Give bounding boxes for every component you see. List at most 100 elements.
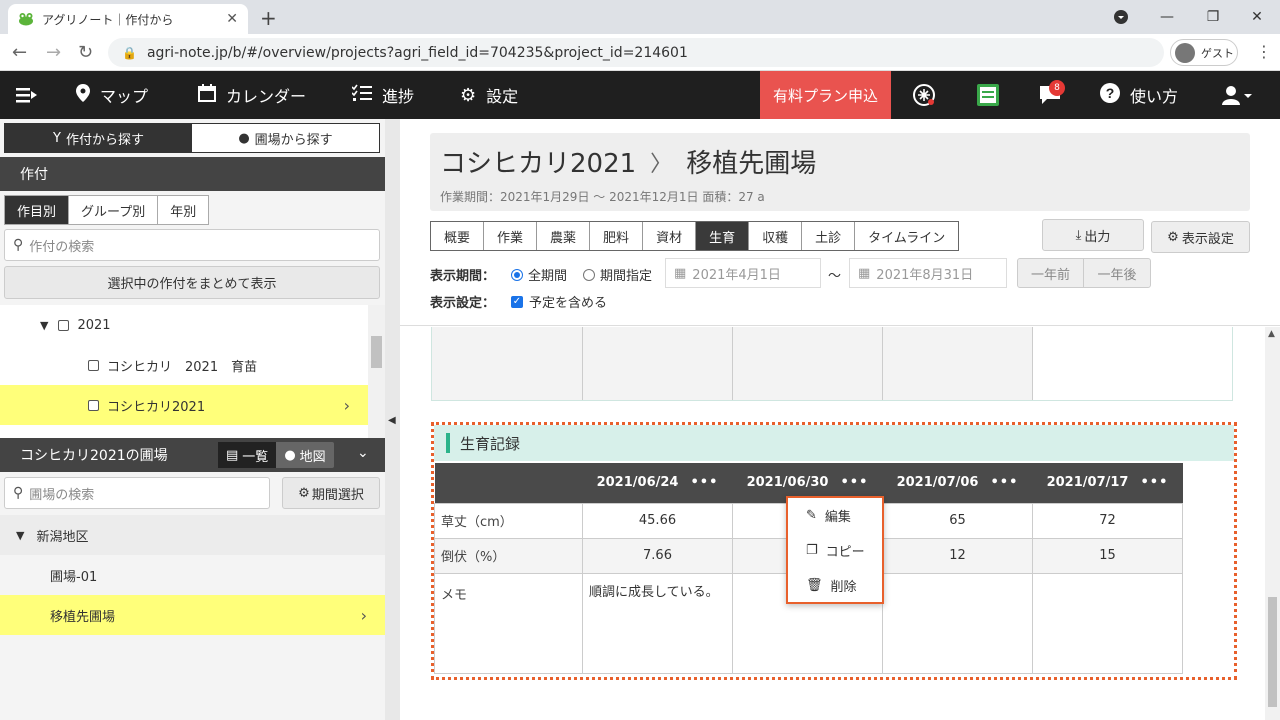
memo-cell[interactable] xyxy=(882,572,1033,674)
table-cell[interactable]: 45.66 xyxy=(582,502,733,539)
date-to-field[interactable]: ▦ 2021年8月31日 xyxy=(849,258,1007,288)
gear-icon: ⚙ xyxy=(298,485,310,501)
radio-all-period[interactable]: 全期間 xyxy=(511,265,567,284)
nav-calendar[interactable]: カレンダー xyxy=(198,71,306,119)
caret-down-icon[interactable]: ▼ xyxy=(40,319,48,332)
tab-soil[interactable]: 土診 xyxy=(802,222,856,250)
caret-down-icon[interactable]: ▼ xyxy=(16,529,24,542)
memo-cell[interactable]: 順調に成長している。 xyxy=(582,572,733,674)
field-group-niigata[interactable]: ▼ 新潟地区 xyxy=(0,515,385,555)
main-scroll-thumb[interactable] xyxy=(1268,597,1277,707)
more-options-icon[interactable]: ••• xyxy=(990,475,1018,490)
tree-checkbox[interactable] xyxy=(88,359,99,371)
tab-overview[interactable]: 概要 xyxy=(431,222,485,250)
table-cell[interactable]: 15 xyxy=(1032,537,1183,574)
next-year-button[interactable]: 一年後 xyxy=(1083,258,1151,288)
reload-icon[interactable]: ↻ xyxy=(78,42,93,63)
nav-progress[interactable]: 進捗 xyxy=(351,71,414,119)
agri-news-icon[interactable] xyxy=(976,83,1000,107)
tree-checkbox[interactable] xyxy=(88,399,99,411)
memo-cell[interactable] xyxy=(1032,572,1183,674)
profile-dropdown-icon[interactable] xyxy=(1098,0,1144,34)
field-item-selected[interactable]: 移植先圃場 › xyxy=(0,595,385,635)
tab-timeline[interactable]: タイムライン xyxy=(855,222,959,250)
prev-year-button[interactable]: 一年前 xyxy=(1017,258,1084,288)
restore-icon[interactable]: ❐ xyxy=(1190,0,1236,34)
crop-search-input[interactable]: ⚲ 作付の検索 xyxy=(4,229,380,261)
tab-by-group[interactable]: グループ別 xyxy=(69,196,159,224)
display-settings-button[interactable]: ⚙ 表示設定 xyxy=(1151,221,1250,253)
tab-harvest[interactable]: 収穫 xyxy=(749,222,803,250)
table-header-blank xyxy=(434,463,583,503)
checkbox-checked-icon[interactable]: ✓ xyxy=(511,295,523,308)
download-icon: ⤓ xyxy=(1075,227,1082,243)
back-icon[interactable]: ← xyxy=(12,42,27,63)
sidebar-collapse-handle[interactable]: ◀ xyxy=(385,119,400,720)
chevron-down-icon[interactable]: ⌄ xyxy=(357,445,369,461)
period-select-button[interactable]: ⚙ 期間選択 xyxy=(282,477,380,509)
menu-item-edit[interactable]: ✎ 編集 xyxy=(788,498,882,533)
chevron-right-icon: 〉 xyxy=(650,151,673,177)
tab-search-by-field[interactable]: ● 圃場から探す xyxy=(192,124,379,152)
help-icon: ? xyxy=(1100,82,1120,108)
browser-tab[interactable]: アグリノート｜作付から ✕ xyxy=(8,4,248,34)
minimize-icon[interactable]: — xyxy=(1144,0,1190,34)
tab-close-icon[interactable]: ✕ xyxy=(226,11,238,27)
url-field[interactable]: 🔒 agri-note.jp/b/#/overview/projects?agr… xyxy=(108,38,1164,67)
tree-item-crop-selected[interactable]: コシヒカリ2021 › xyxy=(0,385,368,425)
nav-settings[interactable]: ⚙ 設定 xyxy=(460,71,518,119)
tree-item-crop[interactable]: コシヒカリ 2021 育苗 xyxy=(0,345,368,385)
tab-fertilizer[interactable]: 肥料 xyxy=(590,222,644,250)
sidebar-toggle-icon[interactable] xyxy=(16,71,38,119)
nav-settings-label: 設定 xyxy=(486,87,519,106)
field-search-input[interactable]: ⚲ 圃場の検索 xyxy=(4,477,270,509)
browser-menu-icon[interactable]: ⋮ xyxy=(1256,42,1272,61)
menu-item-delete[interactable]: 🗑 削除 xyxy=(788,568,882,603)
scroll-up-icon[interactable]: ▲ xyxy=(1268,329,1275,339)
crop-tree: ▼ 2021 コシヒカリ 2021 育苗 コシヒカリ2021 › xyxy=(0,305,368,438)
new-tab-icon[interactable]: + xyxy=(260,6,277,30)
main-scrollbar[interactable]: ▲ xyxy=(1265,327,1280,720)
tab-materials[interactable]: 資材 xyxy=(643,222,697,250)
show-selected-crops-button[interactable]: 選択中の作付をまとめて表示 xyxy=(4,266,380,299)
tab-growth[interactable]: 生育 xyxy=(696,222,750,250)
table-cell[interactable]: 72 xyxy=(1032,502,1183,539)
table-cell[interactable]: 65 xyxy=(882,502,1033,539)
radio-specified-period[interactable]: 期間指定 xyxy=(583,265,652,284)
list-view-button[interactable]: ▤ 一覧 xyxy=(218,442,277,468)
date-from-field[interactable]: ▦ 2021年4月1日 xyxy=(665,258,821,288)
include-planned-checkbox[interactable]: ✓ 予定を含める xyxy=(511,292,607,311)
table-cell[interactable]: 12 xyxy=(882,537,1033,574)
period-label: 表示期間： xyxy=(430,269,496,284)
nav-help[interactable]: ? 使い方 xyxy=(1100,71,1178,119)
column-header-date: 2021/06/24 ••• xyxy=(582,463,733,503)
more-options-icon[interactable]: ••• xyxy=(1140,475,1168,490)
menu-item-copy[interactable]: ❐ コピー xyxy=(788,533,882,568)
caret-left-icon[interactable]: ◀ xyxy=(388,415,396,426)
rice-icon[interactable] xyxy=(912,83,936,107)
nav-map[interactable]: マップ xyxy=(76,71,148,119)
guest-profile-button[interactable]: ゲスト xyxy=(1170,39,1238,66)
tab-by-year[interactable]: 年別 xyxy=(158,196,208,224)
tree-item-year[interactable]: ▼ 2021 xyxy=(0,305,368,345)
map-view-button[interactable]: ● 地図 xyxy=(276,442,333,468)
crop-tree-scroll-thumb[interactable] xyxy=(371,336,382,368)
table-cell[interactable]: 7.66 xyxy=(582,537,733,574)
tab-work[interactable]: 作業 xyxy=(484,222,538,250)
tree-checkbox[interactable] xyxy=(58,319,70,331)
user-menu-icon[interactable] xyxy=(1222,71,1252,119)
paid-plan-button[interactable]: 有料プラン申込 xyxy=(760,71,891,119)
tab-by-crop-type[interactable]: 作目別 xyxy=(5,196,70,224)
crop-tree-scrollbar[interactable] xyxy=(368,305,385,438)
window-close-icon[interactable]: ✕ xyxy=(1234,0,1280,34)
more-options-icon[interactable]: ••• xyxy=(840,475,868,490)
more-options-icon[interactable]: ••• xyxy=(690,475,718,490)
export-button[interactable]: ⤓ 出力 xyxy=(1042,219,1144,251)
tab-search-by-crop[interactable]: Y 作付から探す xyxy=(5,124,192,152)
calendar-icon: ▦ xyxy=(858,265,871,281)
tab-pesticide[interactable]: 農薬 xyxy=(537,222,591,250)
field-item[interactable]: 圃場-01 xyxy=(0,555,385,595)
radio-selected[interactable] xyxy=(511,268,523,281)
forward-icon[interactable]: → xyxy=(46,42,61,63)
radio-unselected[interactable] xyxy=(583,268,595,281)
